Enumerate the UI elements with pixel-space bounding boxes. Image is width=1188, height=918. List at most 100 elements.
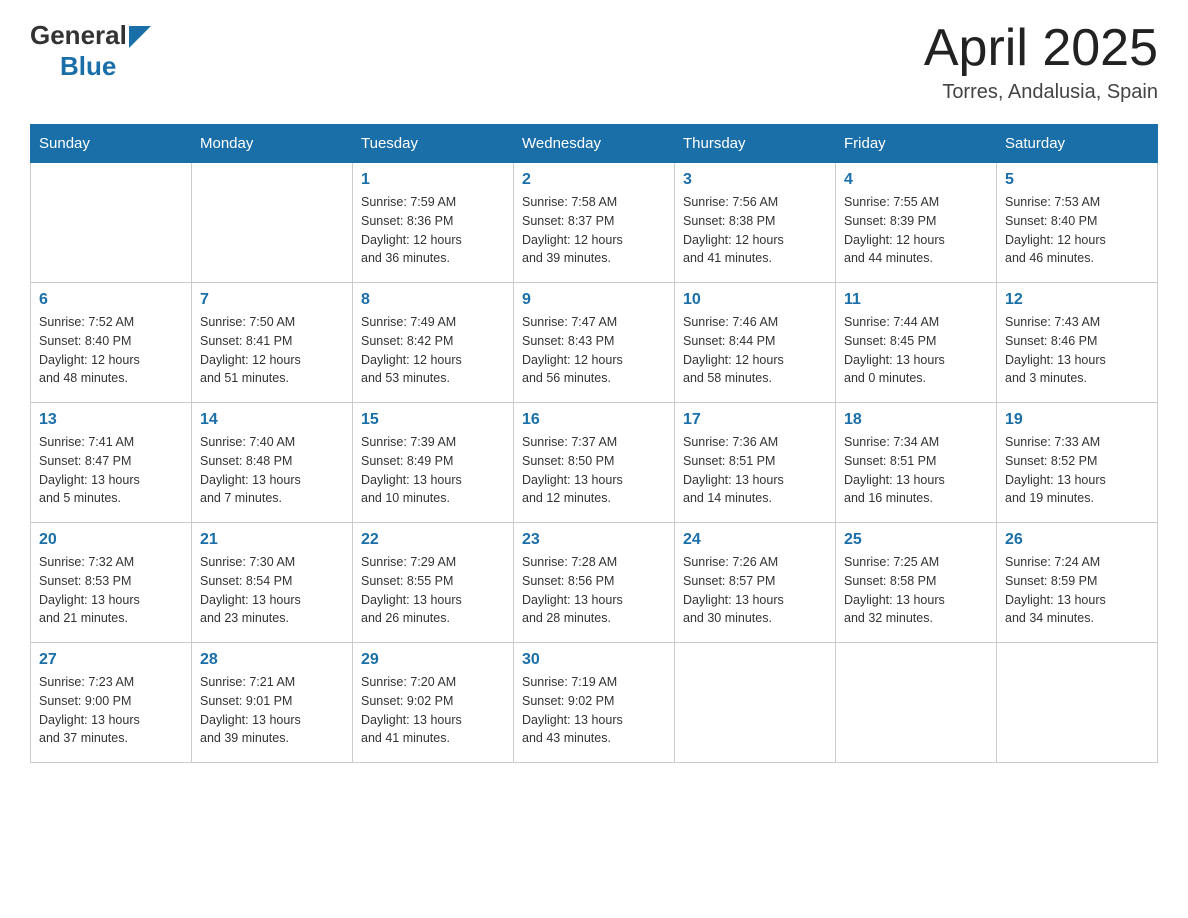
day-number: 20: [39, 531, 183, 549]
day-number: 23: [522, 531, 666, 549]
day-info: Sunrise: 7:23 AMSunset: 9:00 PMDaylight:…: [39, 673, 183, 748]
calendar-cell: 23 Sunrise: 7:28 AMSunset: 8:56 PMDayligh…: [514, 523, 675, 643]
logo-blue-text: Blue: [60, 51, 116, 81]
day-number: 6: [39, 291, 183, 309]
day-info: Sunrise: 7:33 AMSunset: 8:52 PMDaylight:…: [1005, 433, 1149, 508]
column-header-saturday: Saturday: [997, 125, 1158, 163]
calendar-cell: 21 Sunrise: 7:30 AMSunset: 8:54 PMDayligh…: [192, 523, 353, 643]
day-number: 22: [361, 531, 505, 549]
day-info: Sunrise: 7:41 AMSunset: 8:47 PMDaylight:…: [39, 433, 183, 508]
day-number: 4: [844, 171, 988, 189]
calendar-cell: 13 Sunrise: 7:41 AMSunset: 8:47 PMDayligh…: [31, 403, 192, 523]
calendar-cell: 28 Sunrise: 7:21 AMSunset: 9:01 PMDayligh…: [192, 643, 353, 763]
calendar-table: SundayMondayTuesdayWednesdayThursdayFrid…: [30, 124, 1158, 763]
column-header-monday: Monday: [192, 125, 353, 163]
title-section: April 2025 Torres, Andalusia, Spain: [924, 20, 1158, 104]
day-info: Sunrise: 7:24 AMSunset: 8:59 PMDaylight:…: [1005, 553, 1149, 628]
page-header: General Blue April 2025 Torres, Andalusi…: [30, 20, 1158, 104]
calendar-cell: [675, 643, 836, 763]
day-info: Sunrise: 7:19 AMSunset: 9:02 PMDaylight:…: [522, 673, 666, 748]
day-number: 17: [683, 411, 827, 429]
calendar-cell: 19 Sunrise: 7:33 AMSunset: 8:52 PMDayligh…: [997, 403, 1158, 523]
logo-general-text: General: [30, 20, 127, 51]
day-number: 13: [39, 411, 183, 429]
day-info: Sunrise: 7:43 AMSunset: 8:46 PMDaylight:…: [1005, 313, 1149, 388]
calendar-cell: 3Sunrise: 7:56 AMSunset: 8:38 PMDaylight…: [675, 163, 836, 283]
calendar-cell: 30 Sunrise: 7:19 AMSunset: 9:02 PMDayligh…: [514, 643, 675, 763]
calendar-week-row: 1 Sunrise: 7:59 AMSunset: 8:36 PMDaylight…: [31, 163, 1158, 283]
day-info: Sunrise: 7:20 AMSunset: 9:02 PMDaylight:…: [361, 673, 505, 748]
calendar-cell: [836, 643, 997, 763]
calendar-cell: 17 Sunrise: 7:36 AMSunset: 8:51 PMDayligh…: [675, 403, 836, 523]
day-number: 12: [1005, 291, 1149, 309]
calendar-cell: 14Sunrise: 7:40 AMSunset: 8:48 PMDayligh…: [192, 403, 353, 523]
calendar-week-row: 20 Sunrise: 7:32 AMSunset: 8:53 PMDayligh…: [31, 523, 1158, 643]
day-info: Sunrise: 7:39 AMSunset: 8:49 PMDaylight:…: [361, 433, 505, 508]
calendar-cell: 8Sunrise: 7:49 AMSunset: 8:42 PMDaylight…: [353, 283, 514, 403]
calendar-cell: 7Sunrise: 7:50 AMSunset: 8:41 PMDaylight…: [192, 283, 353, 403]
calendar-cell: 26 Sunrise: 7:24 AMSunset: 8:59 PMDayligh…: [997, 523, 1158, 643]
day-info: Sunrise: 7:49 AMSunset: 8:42 PMDaylight:…: [361, 313, 505, 388]
calendar-cell: 20 Sunrise: 7:32 AMSunset: 8:53 PMDayligh…: [31, 523, 192, 643]
location-text: Torres, Andalusia, Spain: [924, 81, 1158, 104]
day-info: Sunrise: 7:32 AMSunset: 8:53 PMDaylight:…: [39, 553, 183, 628]
day-info: Sunrise: 7:47 AMSunset: 8:43 PMDaylight:…: [522, 313, 666, 388]
day-info: Sunrise: 7:40 AMSunset: 8:48 PMDaylight:…: [200, 433, 344, 508]
day-number: 28: [200, 651, 344, 669]
column-header-tuesday: Tuesday: [353, 125, 514, 163]
day-info: Sunrise: 7:59 AMSunset: 8:36 PMDaylight:…: [361, 193, 505, 268]
day-number: 19: [1005, 411, 1149, 429]
day-number: 9: [522, 291, 666, 309]
day-info: Sunrise: 7:34 AMSunset: 8:51 PMDaylight:…: [844, 433, 988, 508]
logo-triangle-icon: [129, 26, 151, 48]
calendar-cell: [997, 643, 1158, 763]
calendar-cell: 27 Sunrise: 7:23 AMSunset: 9:00 PMDayligh…: [31, 643, 192, 763]
calendar-week-row: 27 Sunrise: 7:23 AMSunset: 9:00 PMDayligh…: [31, 643, 1158, 763]
day-info: Sunrise: 7:25 AMSunset: 8:58 PMDaylight:…: [844, 553, 988, 628]
calendar-week-row: 6Sunrise: 7:52 AMSunset: 8:40 PMDaylight…: [31, 283, 1158, 403]
logo: General Blue: [30, 20, 151, 82]
day-info: Sunrise: 7:28 AMSunset: 8:56 PMDaylight:…: [522, 553, 666, 628]
day-number: 1: [361, 171, 505, 189]
day-number: 5: [1005, 171, 1149, 189]
calendar-cell: 5 Sunrise: 7:53 AMSunset: 8:40 PMDaylight…: [997, 163, 1158, 283]
day-info: Sunrise: 7:46 AMSunset: 8:44 PMDaylight:…: [683, 313, 827, 388]
calendar-cell: 11 Sunrise: 7:44 AMSunset: 8:45 PMDayligh…: [836, 283, 997, 403]
day-info: Sunrise: 7:58 AMSunset: 8:37 PMDaylight:…: [522, 193, 666, 268]
day-number: 21: [200, 531, 344, 549]
day-number: 18: [844, 411, 988, 429]
column-header-wednesday: Wednesday: [514, 125, 675, 163]
day-info: Sunrise: 7:37 AMSunset: 8:50 PMDaylight:…: [522, 433, 666, 508]
calendar-cell: 25 Sunrise: 7:25 AMSunset: 8:58 PMDayligh…: [836, 523, 997, 643]
day-info: Sunrise: 7:21 AMSunset: 9:01 PMDaylight:…: [200, 673, 344, 748]
day-info: Sunrise: 7:55 AMSunset: 8:39 PMDaylight:…: [844, 193, 988, 268]
calendar-cell: 22 Sunrise: 7:29 AMSunset: 8:55 PMDayligh…: [353, 523, 514, 643]
day-number: 29: [361, 651, 505, 669]
calendar-header-row: SundayMondayTuesdayWednesdayThursdayFrid…: [31, 125, 1158, 163]
day-number: 27: [39, 651, 183, 669]
day-number: 30: [522, 651, 666, 669]
day-info: Sunrise: 7:53 AMSunset: 8:40 PMDaylight:…: [1005, 193, 1149, 268]
day-number: 26: [1005, 531, 1149, 549]
calendar-cell: 2 Sunrise: 7:58 AMSunset: 8:37 PMDaylight…: [514, 163, 675, 283]
day-number: 7: [200, 291, 344, 309]
calendar-cell: 10Sunrise: 7:46 AMSunset: 8:44 PMDayligh…: [675, 283, 836, 403]
calendar-week-row: 13 Sunrise: 7:41 AMSunset: 8:47 PMDayligh…: [31, 403, 1158, 523]
day-number: 16: [522, 411, 666, 429]
calendar-cell: 29 Sunrise: 7:20 AMSunset: 9:02 PMDayligh…: [353, 643, 514, 763]
day-info: Sunrise: 7:44 AMSunset: 8:45 PMDaylight:…: [844, 313, 988, 388]
calendar-cell: 15Sunrise: 7:39 AMSunset: 8:49 PMDayligh…: [353, 403, 514, 523]
calendar-cell: [192, 163, 353, 283]
calendar-cell: 6Sunrise: 7:52 AMSunset: 8:40 PMDaylight…: [31, 283, 192, 403]
calendar-cell: 9 Sunrise: 7:47 AMSunset: 8:43 PMDaylight…: [514, 283, 675, 403]
day-number: 25: [844, 531, 988, 549]
day-number: 11: [844, 291, 988, 309]
calendar-cell: 12 Sunrise: 7:43 AMSunset: 8:46 PMDayligh…: [997, 283, 1158, 403]
day-info: Sunrise: 7:36 AMSunset: 8:51 PMDaylight:…: [683, 433, 827, 508]
day-number: 2: [522, 171, 666, 189]
calendar-cell: 24Sunrise: 7:26 AMSunset: 8:57 PMDayligh…: [675, 523, 836, 643]
calendar-cell: [31, 163, 192, 283]
month-title: April 2025: [924, 20, 1158, 77]
day-info: Sunrise: 7:29 AMSunset: 8:55 PMDaylight:…: [361, 553, 505, 628]
day-info: Sunrise: 7:30 AMSunset: 8:54 PMDaylight:…: [200, 553, 344, 628]
